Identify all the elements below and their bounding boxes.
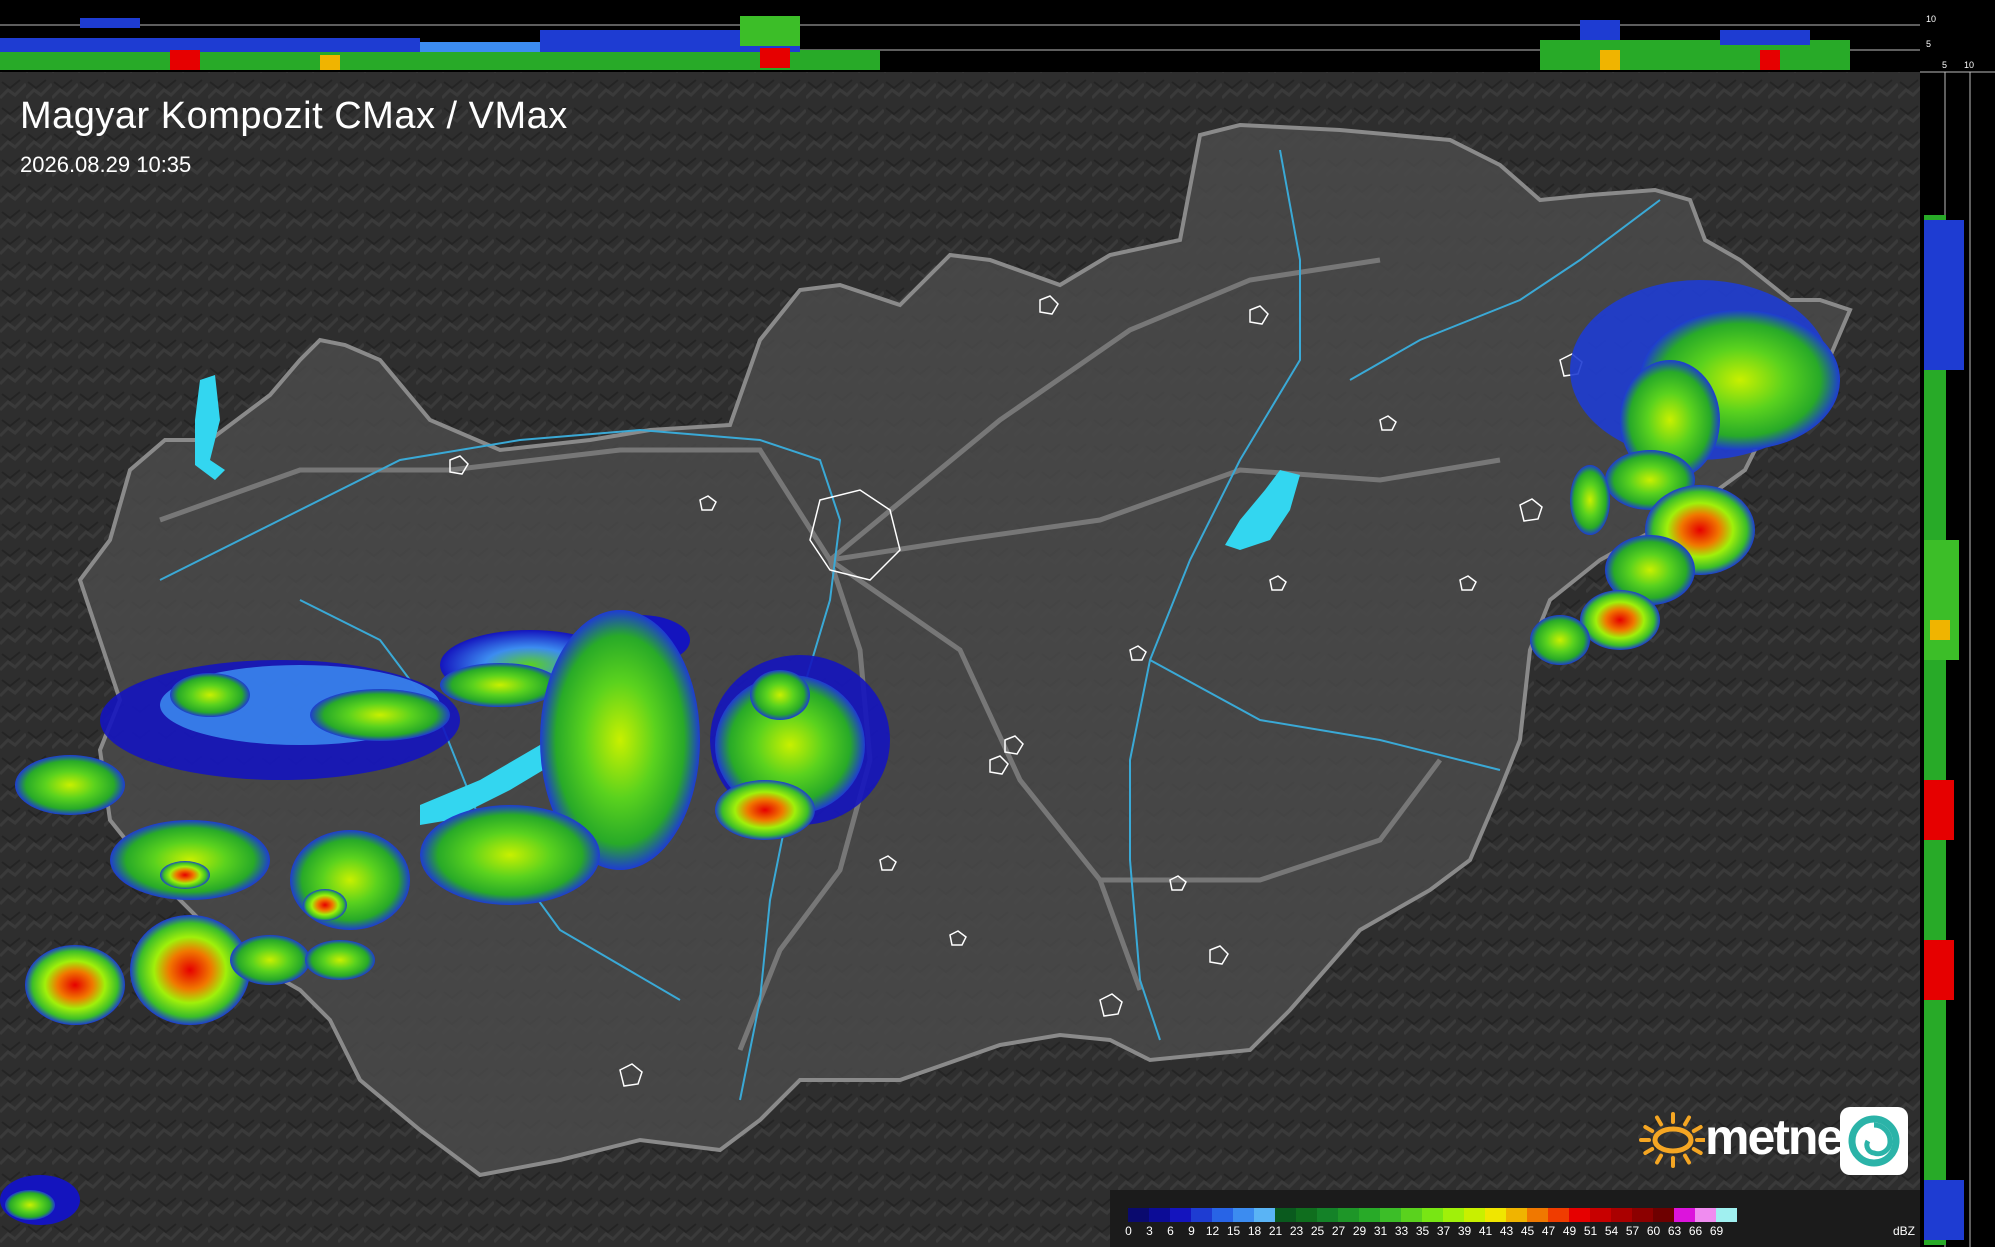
legend-level-label: 35 [1415,1224,1430,1238]
sun-icon [1639,1112,1707,1168]
legend-unit: dBZ [1893,1224,1916,1238]
legend-swatch [1233,1208,1254,1222]
legend-swatch [1632,1208,1653,1222]
legend-swatch [1548,1208,1569,1222]
legend-level-label: 25 [1310,1224,1325,1238]
legend-swatch [1170,1208,1191,1222]
legend-swatch [1191,1208,1212,1222]
legend-swatch [1506,1208,1527,1222]
legend-swatch [1653,1208,1674,1222]
legend-level-label: 9 [1188,1224,1195,1238]
legend-swatch [1380,1208,1401,1222]
legend-level-label: 39 [1457,1224,1472,1238]
legend-level-label: 0 [1125,1224,1132,1238]
legend-level-label: 31 [1373,1224,1388,1238]
map-timestamp: 2026.08.29 10:35 [20,152,192,177]
legend-level-label: 29 [1352,1224,1367,1238]
legend-level-label: 47 [1541,1224,1556,1238]
legend-level-label: 45 [1520,1224,1535,1238]
legend-level-label: 3 [1146,1224,1153,1238]
legend-level-label: 21 [1268,1224,1283,1238]
side-profile-tick-label: 10 [1964,60,1975,70]
legend-level-label: 41 [1478,1224,1493,1238]
legend-swatch [1254,1208,1275,1222]
legend-swatch [1674,1208,1695,1222]
radar-map [0,0,1995,1247]
legend-level-label: 60 [1646,1224,1661,1238]
dbz-legend: 0 3 6 9 12 15 18 21 23 25 27 29 31 33 35 37 39 41 43 45 47 49… [1110,1190,1920,1247]
legend-swatch [1464,1208,1485,1222]
map-title: Magyar Kompozit CMax / VMax [20,95,568,137]
legend-swatches [1128,1208,1737,1222]
legend-swatch [1128,1208,1149,1222]
legend-swatch [1527,1208,1548,1222]
legend-swatch [1443,1208,1464,1222]
legend-swatch [1401,1208,1422,1222]
legend-level-label: 23 [1289,1224,1304,1238]
legend-level-label: 49 [1562,1224,1577,1238]
legend-level-label: 57 [1625,1224,1640,1238]
legend-swatch [1716,1208,1737,1222]
legend-level-label: 43 [1499,1224,1514,1238]
side-profile-tick-label: 5 [1942,60,1948,70]
legend-level-label: 54 [1604,1224,1619,1238]
legend-swatch [1590,1208,1611,1222]
legend-swatch [1695,1208,1716,1222]
legend-swatch [1359,1208,1380,1222]
legend-swatch [1338,1208,1359,1222]
legend-level-label: 66 [1688,1224,1703,1238]
legend-level-label: 51 [1583,1224,1598,1238]
legend-level-label: 15 [1226,1224,1241,1238]
metnet-badge [1840,1107,1908,1175]
legend-swatch [1611,1208,1632,1222]
top-profile-tick-label: 5 [1926,39,1932,49]
legend-level-label: 18 [1247,1224,1262,1238]
legend-swatch [1569,1208,1590,1222]
legend-swatch [1317,1208,1338,1222]
legend-level-label: 37 [1436,1224,1451,1238]
swirl-icon [1848,1115,1900,1167]
legend-swatch [1422,1208,1443,1222]
legend-swatch [1212,1208,1233,1222]
brand-name: metnet [1705,1109,1859,1165]
legend-swatch [1275,1208,1296,1222]
legend-level-label: 63 [1667,1224,1682,1238]
legend-level-label: 69 [1709,1224,1724,1238]
legend-level-label: 6 [1167,1224,1174,1238]
legend-swatch [1485,1208,1506,1222]
legend-level-label: 33 [1394,1224,1409,1238]
legend-level-label: 27 [1331,1224,1346,1238]
legend-swatch [1296,1208,1317,1222]
top-profile-tick-label: 10 [1926,14,1937,24]
legend-swatch [1149,1208,1170,1222]
legend-level-label: 12 [1205,1224,1220,1238]
